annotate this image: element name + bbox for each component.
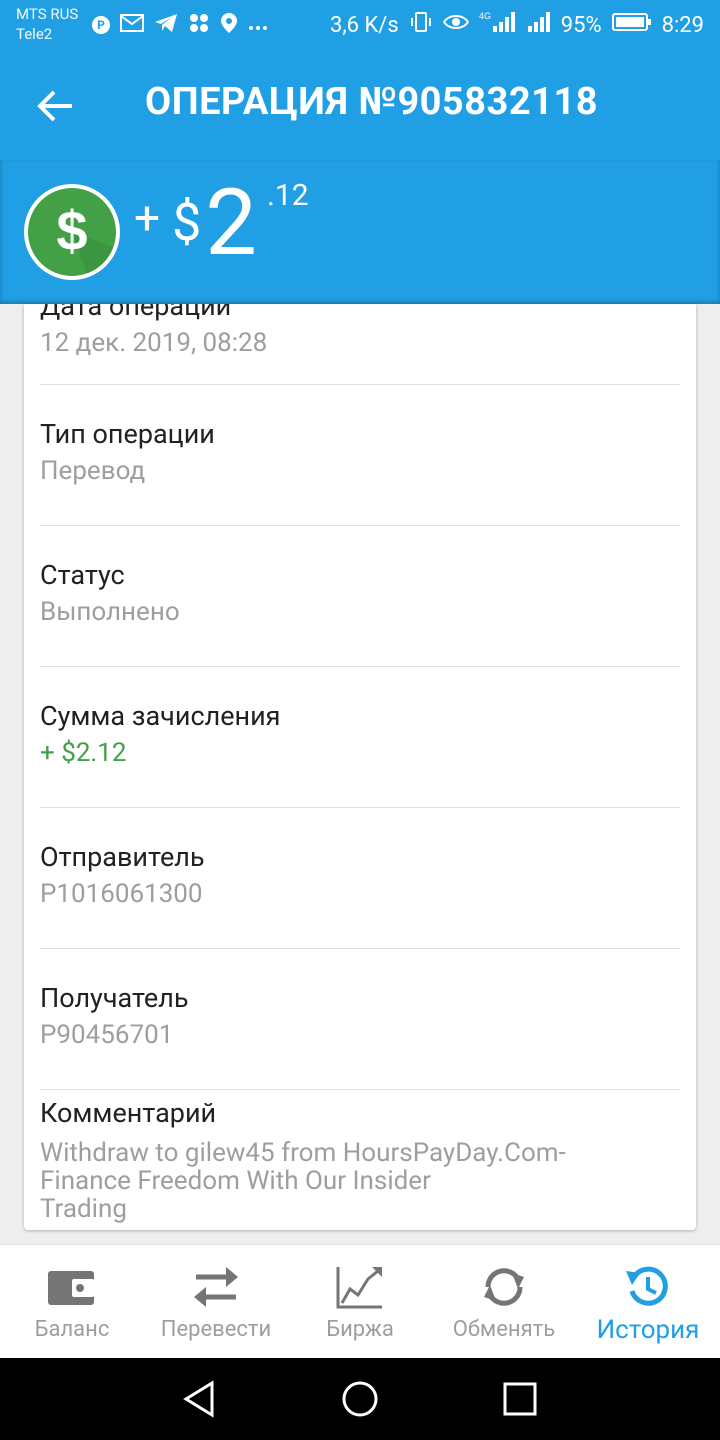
carrier-primary: MTS RUS [16,5,79,23]
field-recipient-value: P90456701 [40,1020,174,1050]
nav-label-exchange-market: Биржа [326,1317,394,1342]
arrow-back-icon [37,90,72,122]
nav-item-balance[interactable]: Баланс [0,1245,144,1359]
amount-sign: + [134,192,161,246]
chart-icon [336,1267,382,1309]
wallet-icon [48,1271,94,1305]
amount-whole: 2 [205,170,257,277]
vibrate-icon [409,10,433,40]
field-comment-value: Withdraw to gilew45 from HoursPayDay.Com… [40,1139,640,1223]
mail-icon [120,13,144,37]
comment-line: Withdraw to gilew45 from HoursPayDay.Com… [40,1138,566,1168]
more-icon [248,16,268,35]
network-speed: 3,6 K/s [329,12,399,38]
telegram-icon [154,13,178,37]
field-recipient-label: Получатель [40,982,189,1014]
divider [40,525,680,526]
amount-currency: $ [172,192,202,253]
operation-details-card: Дата операции 12 дек. 2019, 08:28 Тип оп… [24,304,696,1230]
system-status-icons: 3,6 K/s 4G 95% 8:29 [330,10,704,40]
field-date-label: Дата операции [40,304,232,322]
p-badge-icon: P [92,16,110,34]
nav-item-history[interactable]: История [576,1245,720,1359]
nav-item-exchange-market[interactable]: Биржа [288,1245,432,1359]
battery-icon [611,12,652,38]
transfer-arrows-icon [194,1267,238,1307]
signal-icon [527,10,551,40]
divider [40,384,680,385]
nav-item-swap[interactable]: Обменять [432,1245,576,1359]
system-back-icon[interactable] [180,1379,220,1419]
nav-item-transfer[interactable]: Перевести [144,1245,288,1359]
svg-text:$: $ [56,199,87,262]
nav-label-balance: Баланс [34,1317,110,1342]
field-credit-value: + $2.12 [40,738,127,768]
divider [40,1089,680,1090]
battery-percent: 95% [560,12,602,38]
nav-label-transfer: Перевести [160,1317,272,1342]
signal-4g-icon: 4G [479,10,517,40]
field-type-value: Перевод [40,456,146,486]
clock: 8:29 [661,12,704,38]
dollar-coin-icon: $ [24,184,120,280]
back-button[interactable] [32,82,80,130]
amount-header: $ + $ 2 .12 [0,160,720,304]
status-bar: MTS RUS Tele2 P 3,6 K/s 4G 95% 8:29 [0,0,720,52]
comment-line: Trading [40,1194,127,1224]
field-status: Статус Выполнено [40,559,680,627]
field-credit-label: Сумма зачисления [40,700,281,732]
location-icon [220,12,238,38]
page-title: ОПЕРАЦИЯ №905832118 [145,80,599,124]
field-sender-value: P1016061300 [40,879,203,909]
field-status-value: Выполнено [40,597,180,627]
dots-cluster-icon [188,12,210,38]
notification-icons: P [92,12,268,38]
field-status-label: Статус [40,559,125,591]
field-type-label: Тип операции [40,418,215,450]
nav-label-history: История [596,1315,700,1345]
bottom-navigation: Баланс Перевести Биржа Обменять История [0,1244,720,1358]
history-icon [626,1266,668,1306]
carrier-secondary: Tele2 [16,25,53,43]
carrier-info: MTS RUS Tele2 [16,4,78,44]
divider [40,807,680,808]
comment-line: Finance Freedom With Our Insider [40,1166,431,1196]
field-date: Дата операции 12 дек. 2019, 08:28 [40,304,680,358]
amount-cents: .12 [266,178,309,213]
app-bar: ОПЕРАЦИЯ №905832118 [0,52,720,160]
field-recipient: Получатель P90456701 [40,982,680,1050]
system-recents-icon[interactable] [500,1379,540,1419]
exchange-icon [484,1268,524,1306]
field-comment: Комментарий Withdraw to gilew45 from Hou… [40,1097,680,1223]
operation-amount: + $ 2 .12 [134,178,309,270]
nav-label-swap: Обменять [452,1317,556,1342]
field-sender-label: Отправитель [40,841,205,873]
divider [40,948,680,949]
field-date-value: 12 дек. 2019, 08:28 [40,328,268,358]
field-sender: Отправитель P1016061300 [40,841,680,909]
divider [40,666,680,667]
field-credit-amount: Сумма зачисления + $2.12 [40,700,680,768]
field-comment-label: Комментарий [40,1097,217,1129]
system-navigation-bar [0,1358,720,1440]
system-home-icon[interactable] [340,1379,380,1419]
svg-text:4G: 4G [479,11,491,21]
eye-icon [442,12,469,38]
field-type: Тип операции Перевод [40,418,680,486]
